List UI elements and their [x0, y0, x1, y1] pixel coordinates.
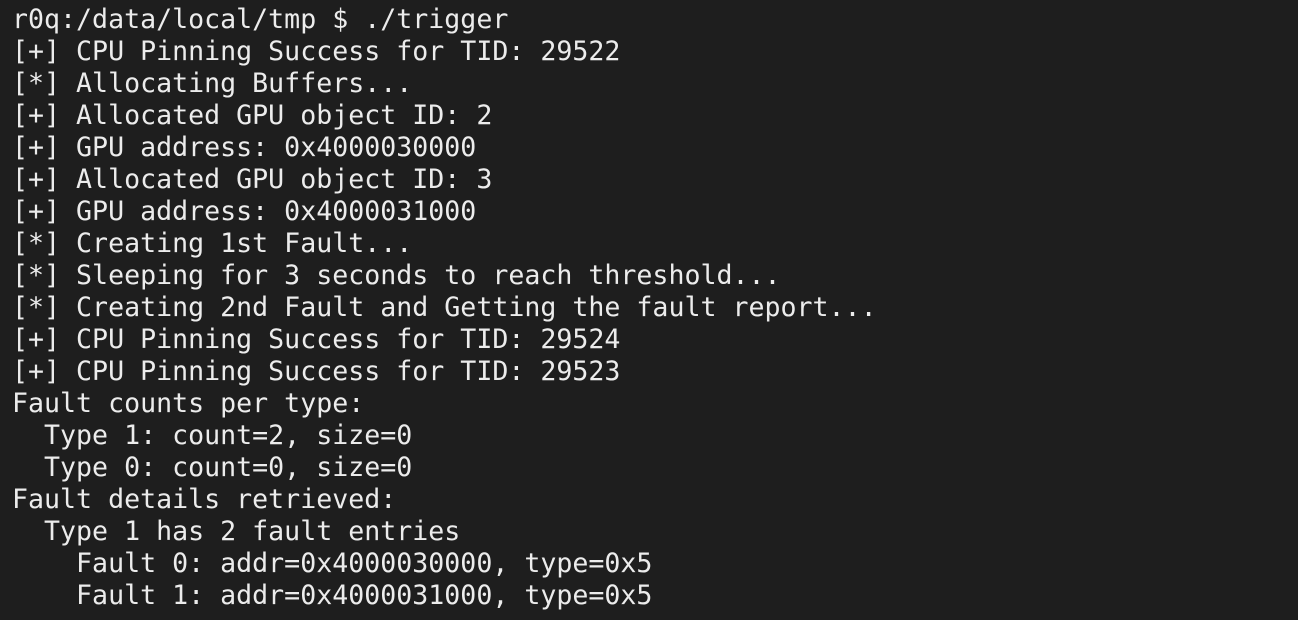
terminal-output-line: [+] CPU Pinning Success for TID: 29523 — [12, 356, 621, 387]
terminal-output-line: Fault 1: addr=0x4000031000, type=0x5 — [12, 580, 653, 611]
terminal-output-line: [*] Allocating Buffers... — [12, 68, 413, 99]
terminal-output-line: Type 1 has 2 fault entries — [12, 516, 461, 547]
terminal-prompt-line: r0q:/data/local/tmp $ ./trigger — [12, 4, 509, 35]
terminal-output-line: Type 0: count=0, size=0 — [12, 452, 413, 483]
terminal-output-line: [*] Creating 2nd Fault and Getting the f… — [12, 292, 877, 323]
terminal-output-line: Fault 0: addr=0x4000030000, type=0x5 — [12, 548, 653, 579]
terminal-output-line: [+] Allocated GPU object ID: 3 — [12, 164, 493, 195]
terminal-output-line: [+] GPU address: 0x4000031000 — [12, 196, 477, 227]
terminal-output-line: [+] CPU Pinning Success for TID: 29522 — [12, 36, 621, 67]
terminal-window[interactable]: r0q:/data/local/tmp $ ./trigger [+] CPU … — [0, 0, 1298, 620]
terminal-output-line: [+] GPU address: 0x4000030000 — [12, 132, 477, 163]
terminal-output-line: [+] CPU Pinning Success for TID: 29524 — [12, 324, 621, 355]
terminal-output-line: [*] Creating 1st Fault... — [12, 228, 413, 259]
terminal-output-line: Type 1: count=2, size=0 — [12, 420, 413, 451]
terminal-output-line: [*] Sleeping for 3 seconds to reach thre… — [12, 260, 781, 291]
terminal-output-line: [+] Allocated GPU object ID: 2 — [12, 100, 493, 131]
terminal-output-line: Fault details retrieved: — [12, 484, 397, 515]
terminal-output-line: Fault counts per type: — [12, 388, 365, 419]
